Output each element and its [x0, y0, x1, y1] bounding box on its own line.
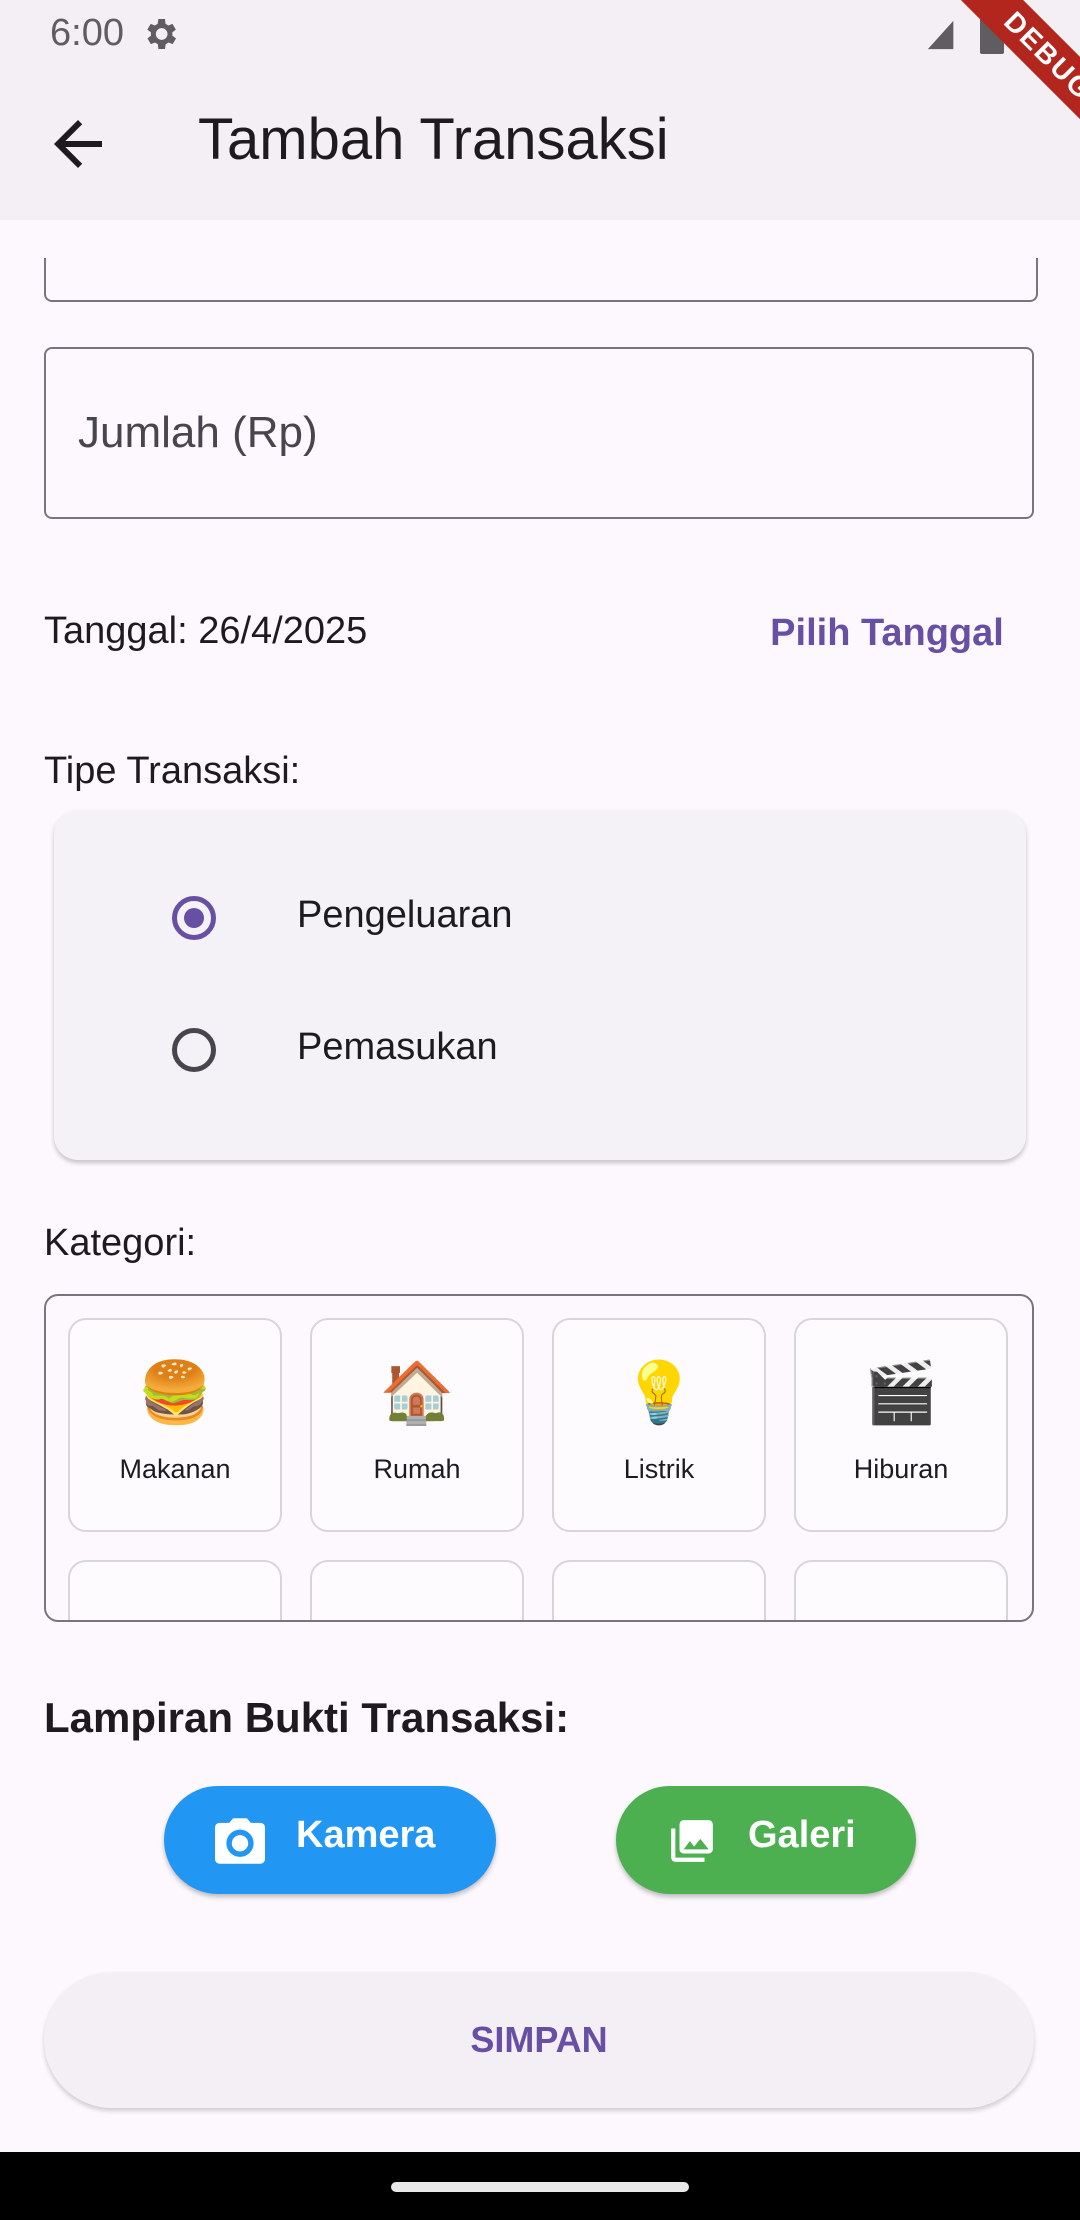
radio-option-pemasukan[interactable]: Pemasukan	[54, 984, 1026, 1114]
gallery-icon	[671, 1820, 713, 1862]
settings-gear-icon	[147, 19, 176, 49]
category-label: Kategori:	[44, 1222, 197, 1264]
category-tile[interactable]	[552, 1560, 766, 1620]
attachment-label: Lampiran Bukti Transaksi:	[44, 1694, 570, 1741]
category-tile-listrik[interactable]: 💡 Listrik	[552, 1318, 766, 1532]
camera-icon	[215, 1818, 265, 1864]
burger-icon: 🍔	[137, 1359, 213, 1426]
clapperboard-icon: 🎬	[863, 1359, 939, 1426]
save-button[interactable]: SIMPAN	[44, 1972, 1034, 2108]
gallery-button-label: Galeri	[748, 1814, 856, 1856]
page-title: Tambah Transaksi	[198, 107, 669, 172]
house-icon: 🏠	[379, 1359, 455, 1426]
camera-button-label: Kamera	[296, 1814, 436, 1856]
radio-button-selected[interactable]	[172, 896, 216, 940]
category-tile-makanan[interactable]: 🍔 Makanan	[68, 1318, 282, 1532]
amount-input[interactable]	[46, 349, 1032, 517]
transaction-type-label: Tipe Transaksi:	[44, 750, 301, 792]
radio-button[interactable]	[172, 1028, 216, 1072]
category-name: Makanan	[119, 1454, 231, 1484]
category-name: Listrik	[623, 1454, 695, 1484]
date-text: Tanggal: 26/4/2025	[44, 610, 368, 652]
signal-icon	[927, 20, 954, 50]
amount-field[interactable]	[44, 347, 1034, 519]
status-time: 6:00	[50, 12, 124, 54]
gallery-button[interactable]: Galeri	[616, 1786, 916, 1894]
camera-button[interactable]: Kamera	[164, 1786, 496, 1894]
category-grid[interactable]: 🍔 Makanan 🏠 Rumah 💡 Listrik 🎬 Hiburan	[44, 1294, 1034, 1622]
category-tile[interactable]	[310, 1560, 524, 1620]
category-tile[interactable]	[794, 1560, 1008, 1620]
category-name: Hiburan	[853, 1454, 949, 1484]
home-gesture-handle[interactable]	[391, 2182, 689, 2192]
back-button[interactable]	[42, 108, 114, 180]
radio-option-pengeluaran[interactable]: Pengeluaran	[54, 852, 1026, 982]
category-tile-rumah[interactable]: 🏠 Rumah	[310, 1318, 524, 1532]
category-name: Rumah	[373, 1454, 461, 1484]
category-tile[interactable]	[68, 1560, 282, 1620]
light-bulb-icon: 💡	[621, 1359, 697, 1426]
radio-label: Pengeluaran	[297, 894, 513, 936]
category-tile-hiburan[interactable]: 🎬 Hiburan	[794, 1318, 1008, 1532]
radio-dot	[184, 908, 204, 928]
pick-date-button[interactable]: Pilih Tanggal	[752, 598, 1022, 668]
radio-label: Pemasukan	[297, 1026, 498, 1068]
back-arrow-icon	[54, 120, 102, 168]
scrolled-text-field[interactable]	[44, 258, 1038, 302]
